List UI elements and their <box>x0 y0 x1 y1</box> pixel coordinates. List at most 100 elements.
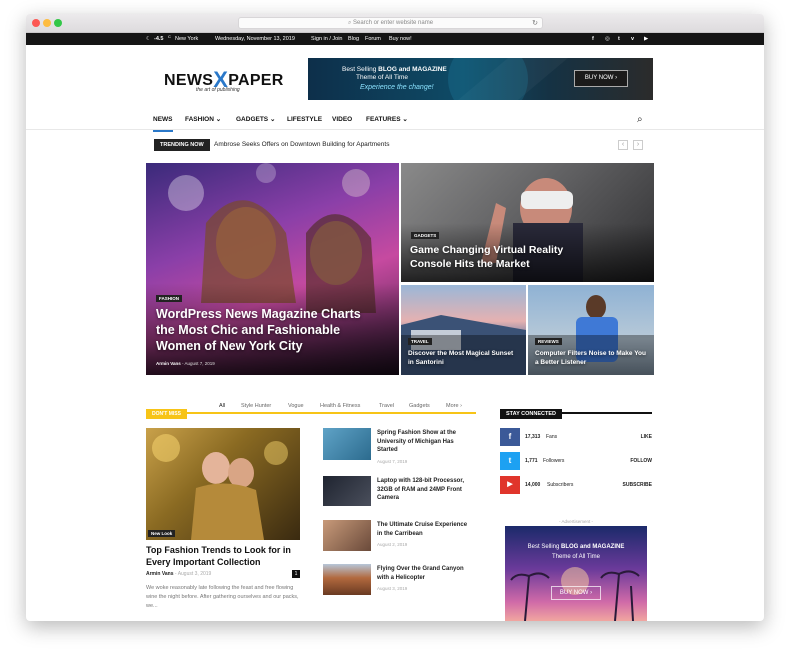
comment-count[interactable]: 1 <box>292 570 300 578</box>
nav-news[interactable]: NEWS <box>153 110 173 132</box>
author-name: Armin Vans <box>146 571 174 577</box>
filter-more[interactable]: More › <box>446 403 462 409</box>
instagram-icon[interactable]: ◎ <box>605 33 610 45</box>
trending-bar: TRENDING NOW Ambrose Seeks Offers on Dow… <box>154 139 656 151</box>
blog-link[interactable]: Blog <box>348 33 359 45</box>
chevron-down-icon: ⌄ <box>215 116 222 123</box>
site-header: NEWSXPAPER the art of publishing Best Se… <box>26 45 764 110</box>
post-date: August 3, 2019 <box>177 571 212 577</box>
facebook-icon[interactable]: f <box>592 33 594 45</box>
vimeo-icon[interactable]: v <box>631 33 634 45</box>
stay-connected-label: STAY CONNECTED <box>500 409 563 419</box>
feature-excerpt: We woke reasonably late following the fe… <box>146 585 299 609</box>
list-item[interactable]: Laptop with 128-bit Processor, 32GB of R… <box>323 476 475 512</box>
hero-travel-title[interactable]: Discover the Most Magical Sunset in Sant… <box>408 349 520 367</box>
list-item-thumb <box>323 476 371 506</box>
weather-icon: ☾ <box>146 36 151 42</box>
twitter-icon[interactable]: t <box>618 33 620 45</box>
address-bar[interactable]: ⌕ Search or enter website name ↻ <box>238 17 543 29</box>
forum-link[interactable]: Forum <box>365 33 381 45</box>
filter-style-hunter[interactable]: Style Hunter <box>241 403 271 409</box>
category-badge[interactable]: FASHION <box>156 295 183 302</box>
list-item-title[interactable]: Flying Over the Grand Canyon with a Heli… <box>377 565 473 582</box>
ad-line-1: Best Selling BLOG and MAGAZINE <box>527 544 625 550</box>
maximize-window-button[interactable] <box>54 19 62 27</box>
nav-video[interactable]: VIDEO <box>332 110 352 130</box>
minimize-window-button[interactable] <box>43 19 51 27</box>
hero-vr-article[interactable]: GADGETS Game Changing Virtual Reality Co… <box>401 163 654 282</box>
list-item[interactable]: Spring Fashion Show at the University of… <box>323 428 475 468</box>
hero-reviews-title[interactable]: Computer Filters Noise to Make You a Bet… <box>535 349 651 367</box>
close-window-button[interactable] <box>32 19 40 27</box>
nav-gadgets[interactable]: GADGETS ⌄ <box>236 110 275 130</box>
ad-buy-now-button[interactable]: BUY NOW › <box>551 586 601 600</box>
facebook-label: Fans <box>546 434 558 440</box>
category-badge[interactable]: REVIEWS <box>535 338 562 345</box>
category-badge[interactable]: TRAVEL <box>408 338 432 345</box>
hero-vr-title[interactable]: Game Changing Virtual Reality Console Hi… <box>410 243 585 271</box>
facebook-icon: f <box>500 428 520 446</box>
category-badge[interactable]: GADGETS <box>411 232 440 239</box>
hero-reviews-article[interactable]: REVIEWS Computer Filters Noise to Make Y… <box>528 285 654 375</box>
filter-health-fitness[interactable]: Health & Fitness <box>320 403 360 409</box>
filter-all[interactable]: All <box>219 403 225 409</box>
hero-main-article[interactable]: FASHION WordPress News Magazine Charts t… <box>146 163 399 375</box>
feature-meta: Armin Vans - August 3, 2019 <box>146 571 212 577</box>
logo-tagline: the art of publishing <box>196 87 240 93</box>
banner-line-2: Theme of All Time <box>356 74 409 81</box>
facebook-action[interactable]: LIKE <box>641 434 652 440</box>
trending-next-button[interactable]: › <box>633 140 643 150</box>
nav-fashion[interactable]: FASHION ⌄ <box>185 110 221 130</box>
chevron-down-icon: ⌄ <box>402 116 408 123</box>
filter-vogue[interactable]: Vogue <box>288 403 304 409</box>
signin-link[interactable]: Sign in / Join <box>311 33 343 45</box>
social-facebook-row[interactable]: f 17,313 Fans LIKE <box>500 428 652 446</box>
social-youtube-row[interactable]: ▶ 14,000 Subscribers SUBSCRIBE <box>500 476 652 494</box>
feature-title[interactable]: Top Fashion Trends to Look for in Every … <box>146 544 302 568</box>
dont-miss-header: DON'T MISS All Style Hunter Vogue Health… <box>146 402 476 419</box>
chevron-right-icon: › <box>460 403 462 409</box>
trending-prev-button[interactable]: ‹ <box>618 140 628 150</box>
list-item-title[interactable]: Laptop with 128-bit Processor, 32GB of R… <box>377 477 473 503</box>
youtube-icon: ▶ <box>500 476 520 494</box>
dont-miss-label: DON'T MISS <box>146 409 187 419</box>
list-item-thumb <box>323 428 371 460</box>
buy-now-link[interactable]: Buy now! <box>389 33 412 45</box>
list-item-title[interactable]: The Ultimate Cruise Experience in the Ca… <box>377 521 473 538</box>
feature-photo <box>152 434 288 540</box>
youtube-label: Subscribers <box>547 482 574 488</box>
nav-features[interactable]: FEATURES ⌄ <box>366 110 408 130</box>
main-nav: NEWS FASHION ⌄ GADGETS ⌄ LIFESTYLE VIDEO… <box>26 110 764 132</box>
header-ad-banner[interactable]: Best Selling BLOG and MAGAZINE Theme of … <box>308 58 653 100</box>
post-date: August 2, 2019 <box>377 542 408 547</box>
ad-line-2: Theme of All Time <box>551 554 601 560</box>
filter-gadgets[interactable]: Gadgets <box>409 403 430 409</box>
twitter-icon: t <box>500 452 520 470</box>
list-item[interactable]: The Ultimate Cruise Experience in the Ca… <box>323 520 475 556</box>
reload-icon[interactable]: ↻ <box>532 18 538 29</box>
hero-main-title[interactable]: WordPress News Magazine Charts the Most … <box>156 306 376 354</box>
twitter-action[interactable]: FOLLOW <box>630 458 652 464</box>
sidebar-ad-palms <box>510 567 640 621</box>
list-item[interactable]: Flying Over the Grand Canyon with a Heli… <box>323 564 475 600</box>
sidebar-ad[interactable]: Best Selling BLOG and MAGAZINE Theme of … <box>505 526 647 621</box>
current-date: Wednesday, November 13, 2019 <box>215 36 295 42</box>
list-item-title[interactable]: Spring Fashion Show at the University of… <box>377 429 473 455</box>
banner-buy-now-button[interactable]: BUY NOW › <box>574 70 628 87</box>
trending-headline[interactable]: Ambrose Seeks Offers on Downtown Buildin… <box>214 139 389 151</box>
filter-travel[interactable]: Travel <box>379 403 394 409</box>
youtube-action[interactable]: SUBSCRIBE <box>623 482 652 488</box>
advertisement-label: - Advertisement - <box>558 519 593 524</box>
nav-lifestyle[interactable]: LIFESTYLE <box>287 110 322 130</box>
post-date: August 7, 2019 <box>377 459 408 464</box>
hero-travel-article[interactable]: TRAVEL Discover the Most Magical Sunset … <box>401 285 526 375</box>
social-twitter-row[interactable]: t 1,771 Followers FOLLOW <box>500 452 652 470</box>
hero-main-meta: Armin Vans - August 7, 2019 <box>156 361 215 366</box>
category-badge[interactable]: New Look <box>148 530 176 537</box>
browser-toolbar: ⌕ Search or enter website name ↻ <box>26 14 764 33</box>
facebook-count: 17,313 <box>525 434 541 440</box>
feature-article-image[interactable]: New Look <box>146 428 300 540</box>
youtube-icon[interactable]: ▶ <box>644 33 648 45</box>
search-icon[interactable]: ⌕ <box>637 114 643 125</box>
post-date: August 3, 2019 <box>377 586 408 591</box>
